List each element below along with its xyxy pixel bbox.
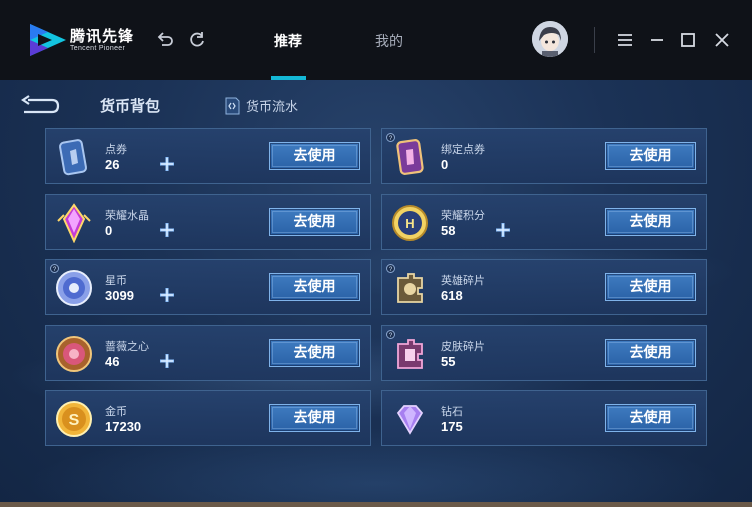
currency-value: 26 <box>105 157 120 172</box>
currency-card: 点券 26 去使用 <box>45 128 371 184</box>
currency-name: 荣耀水晶 <box>105 208 149 222</box>
avatar-image-icon <box>532 21 568 57</box>
titlebar-divider <box>594 27 595 53</box>
title-bar: 腾讯先锋 Tencent Pioneer 推荐 我的 <box>0 0 752 80</box>
currency-value: 58 <box>441 222 456 238</box>
currency-name: 金币 <box>105 405 127 418</box>
currency-card: 蔷薇之心 46 去使用 <box>45 324 371 381</box>
add-currency-icon[interactable] <box>494 221 512 239</box>
diamond-icon <box>396 405 424 435</box>
honor-points-icon: H <box>392 204 428 241</box>
currency-name: 蔷薇之心 <box>105 339 149 353</box>
currency-card: ? 皮肤碎片 55 去使用 <box>381 324 707 381</box>
bound-coupon-icon <box>396 139 424 175</box>
currency-name: 荣耀积分 <box>441 208 485 222</box>
currency-name: 钻石 <box>441 405 463 418</box>
currency-name: 绑定点券 <box>441 143 485 156</box>
add-currency-icon[interactable] <box>158 286 176 304</box>
currency-name: 英雄碎片 <box>441 274 485 287</box>
refresh-icon[interactable] <box>187 30 207 50</box>
tab-recommend[interactable]: 推荐 <box>274 31 302 51</box>
use-button[interactable]: 去使用 <box>605 404 696 432</box>
add-currency-icon[interactable] <box>158 155 176 173</box>
star-coin-icon <box>56 270 92 306</box>
flow-record-icon <box>225 97 240 114</box>
currency-card: ? 英雄碎片 618 去使用 <box>381 259 707 315</box>
currency-name: 皮肤碎片 <box>441 339 485 353</box>
currency-value: 0 <box>105 222 113 238</box>
minimize-icon[interactable] <box>647 30 667 50</box>
use-button[interactable]: 去使用 <box>605 273 696 301</box>
skin-fragment-icon <box>397 338 423 369</box>
currency-flow-label: 货币流水 <box>246 100 299 115</box>
tab-mine[interactable]: 我的 <box>375 31 403 51</box>
coupon-icon <box>59 139 87 176</box>
rose-heart-icon <box>56 335 92 372</box>
currency-name: 星币 <box>105 274 127 287</box>
currency-card: ? 星币 3099 去使用 <box>45 259 371 315</box>
use-button[interactable]: 去使用 <box>605 142 696 170</box>
brand: 腾讯先锋 Tencent Pioneer <box>70 28 134 52</box>
currency-value: 175 <box>441 419 463 434</box>
currency-value: 618 <box>441 288 463 303</box>
currency-flow-link[interactable]: 货币流水 <box>222 96 298 115</box>
bottom-edge <box>0 502 752 507</box>
use-button[interactable]: 去使用 <box>605 338 696 367</box>
tencent-pioneer-logo-icon <box>30 24 66 56</box>
svg-text:H: H <box>405 216 414 231</box>
brand-name-cn: 腾讯先锋 <box>70 27 135 45</box>
currency-card: ? 绑定点券 0 去使用 <box>381 128 707 184</box>
currency-value: 0 <box>441 157 449 172</box>
menu-icon[interactable] <box>615 30 635 50</box>
currency-card: 荣耀水晶 0 去使用 <box>45 193 371 250</box>
brand-name-en: Tencent Pioneer <box>70 45 126 52</box>
crystal-icon <box>57 202 91 243</box>
back-arrow-icon[interactable] <box>20 94 60 114</box>
svg-text:S: S <box>69 412 80 429</box>
use-button[interactable]: 去使用 <box>269 142 360 170</box>
currency-value: 46 <box>105 353 120 369</box>
use-button[interactable]: 去使用 <box>269 338 360 367</box>
add-currency-icon[interactable] <box>158 221 176 239</box>
currency-value: 17230 <box>105 419 142 434</box>
currency-name: 点券 <box>105 143 127 156</box>
currency-card: H 荣耀积分 58 去使用 <box>381 193 707 250</box>
use-button[interactable]: 去使用 <box>605 207 696 236</box>
maximize-icon[interactable] <box>678 30 698 50</box>
use-button[interactable]: 去使用 <box>269 404 360 432</box>
avatar[interactable] <box>532 21 568 57</box>
use-button[interactable]: 去使用 <box>269 207 360 236</box>
currency-card: S 金币 17230 去使用 <box>45 390 371 446</box>
currency-backpack-panel: 货币背包 货币流水 点券 26 去使用? 绑定点券 0 去使用 荣耀水晶 0 去使用 H 荣耀积分 5… <box>0 80 752 505</box>
gold-coin-icon: S <box>56 401 92 437</box>
undo-icon[interactable] <box>155 30 175 50</box>
currency-value: 3099 <box>105 288 134 303</box>
use-button[interactable]: 去使用 <box>269 273 360 301</box>
close-icon[interactable] <box>712 30 732 50</box>
hero-fragment-icon <box>397 273 423 303</box>
currency-card: 钻石 175 去使用 <box>381 390 707 446</box>
currency-value: 55 <box>441 353 456 369</box>
page-title: 货币背包 <box>100 97 161 115</box>
add-currency-icon[interactable] <box>158 352 176 370</box>
